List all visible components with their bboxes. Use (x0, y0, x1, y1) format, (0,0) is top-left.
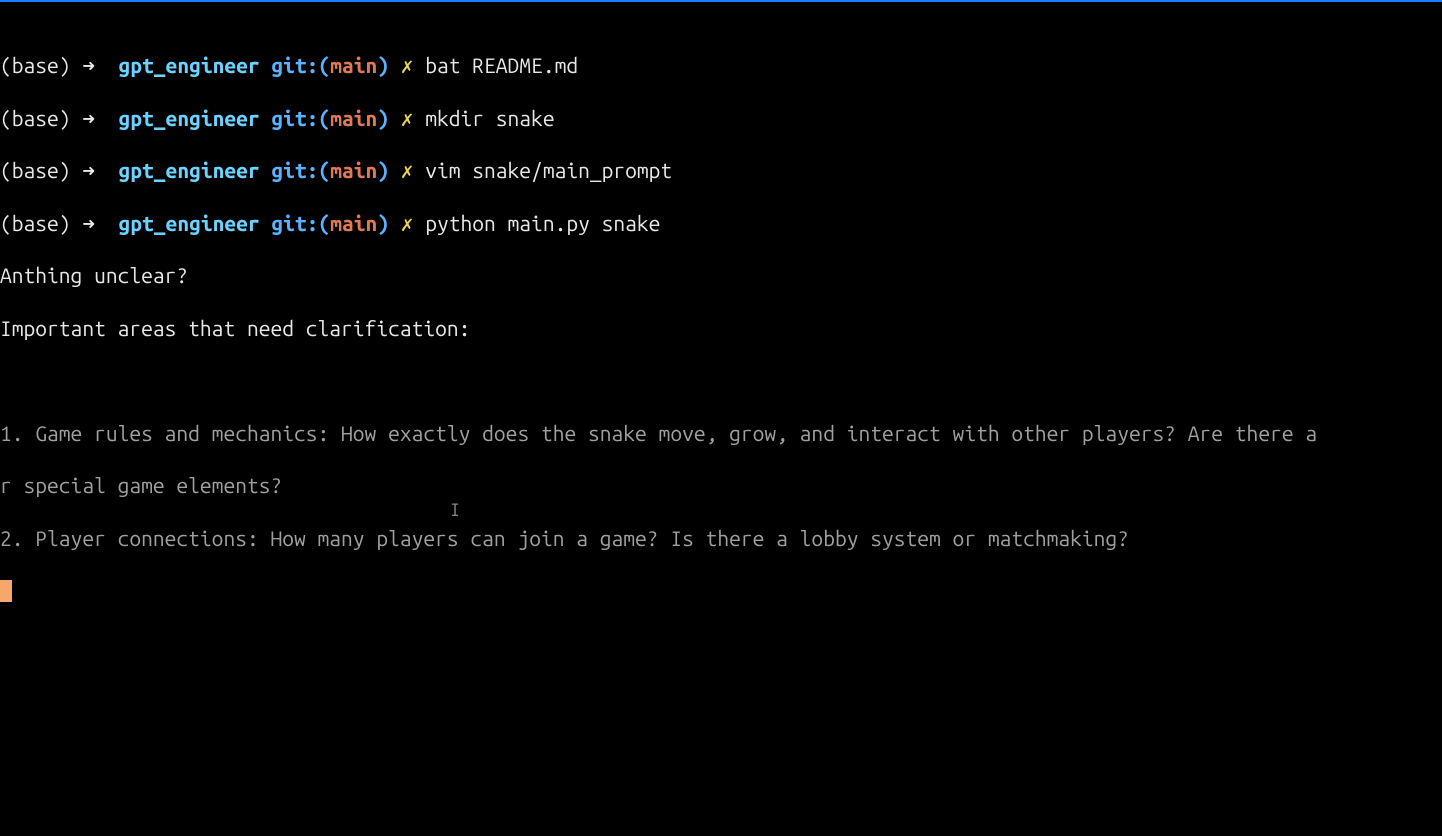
git-label: git:( (271, 158, 330, 182)
prompt-arrow-icon: ➜ (82, 53, 95, 77)
git-branch: main (330, 158, 377, 182)
git-close: ) (377, 53, 389, 77)
git-close: ) (377, 211, 389, 235)
git-label: git:( (271, 106, 330, 130)
git-dirty-icon: ✗ (401, 106, 414, 130)
block-cursor-icon (0, 580, 12, 602)
output-line: 2. Player connections: How many players … (0, 525, 1442, 551)
git-label: git:( (271, 53, 330, 77)
prompt-line: (base) ➜ gpt_engineer git:(main) ✗ bat R… (0, 52, 1442, 78)
prompt-arrow-icon: ➜ (82, 158, 95, 182)
command-text: vim snake/main_prompt (425, 158, 672, 182)
output-line: Anthing unclear? (0, 262, 1442, 288)
command-text: bat README.md (425, 53, 578, 77)
prompt-line: (base) ➜ gpt_engineer git:(main) ✗ mkdir… (0, 105, 1442, 131)
command-text: python main.py snake (425, 211, 660, 235)
git-branch: main (330, 106, 377, 130)
git-close: ) (377, 106, 389, 130)
conda-env: (base) (0, 106, 71, 130)
output-line: 1. Game rules and mechanics: How exactly… (0, 420, 1442, 446)
git-label: git:( (271, 211, 330, 235)
prompt-dir: gpt_engineer (119, 53, 260, 77)
conda-env: (base) (0, 211, 71, 235)
git-branch: main (330, 211, 377, 235)
output-blank (0, 367, 1442, 393)
input-cursor-line[interactable] (0, 577, 1442, 603)
prompt-line: (base) ➜ gpt_engineer git:(main) ✗ vim s… (0, 157, 1442, 183)
prompt-line: (base) ➜ gpt_engineer git:(main) ✗ pytho… (0, 210, 1442, 236)
prompt-dir: gpt_engineer (119, 211, 260, 235)
terminal-area[interactable]: (base) ➜ gpt_engineer git:(main) ✗ bat R… (0, 2, 1442, 630)
git-dirty-icon: ✗ (401, 53, 414, 77)
prompt-dir: gpt_engineer (119, 106, 260, 130)
git-dirty-icon: ✗ (401, 158, 414, 182)
command-text: mkdir snake (425, 106, 554, 130)
git-branch: main (330, 53, 377, 77)
output-line: r special game elements? (0, 472, 1442, 498)
conda-env: (base) (0, 158, 71, 182)
conda-env: (base) (0, 53, 71, 77)
prompt-arrow-icon: ➜ (82, 211, 95, 235)
output-line: Important areas that need clarification: (0, 315, 1442, 341)
git-dirty-icon: ✗ (401, 211, 414, 235)
prompt-arrow-icon: ➜ (82, 106, 95, 130)
git-close: ) (377, 158, 389, 182)
prompt-dir: gpt_engineer (119, 158, 260, 182)
